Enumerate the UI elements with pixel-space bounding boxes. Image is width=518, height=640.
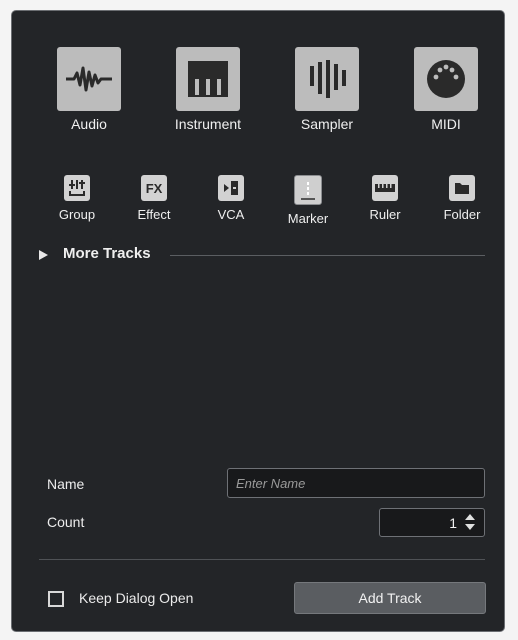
more-tracks-toggle[interactable]: More Tracks — [39, 245, 485, 265]
add-track-button[interactable]: Add Track — [294, 582, 486, 614]
track-type-effect[interactable]: FX Effect — [119, 175, 189, 222]
ruler-label: Ruler — [369, 207, 401, 222]
name-label: Name — [47, 476, 85, 492]
count-value[interactable]: 1 — [449, 515, 457, 531]
group-label: Group — [58, 207, 96, 222]
track-type-group[interactable]: Group — [42, 175, 112, 222]
folder-tile[interactable] — [449, 175, 475, 201]
fx-icon: FX — [145, 180, 163, 196]
keep-dialog-open-label[interactable]: Keep Dialog Open — [79, 590, 193, 606]
group-tile[interactable] — [64, 175, 90, 201]
audio-label: Audio — [71, 116, 107, 132]
track-type-row: Audio Instrument Sampler MIDI — [12, 47, 504, 147]
group-icon — [69, 180, 85, 196]
midi-label: MIDI — [431, 116, 461, 132]
keep-dialog-open-checkbox[interactable] — [48, 591, 64, 607]
midi-connector-icon — [427, 60, 465, 98]
footer-divider — [39, 559, 485, 560]
marker-label: Marker — [287, 211, 329, 226]
marker-tile[interactable] — [294, 175, 322, 205]
marker-icon — [301, 182, 315, 200]
effect-tile[interactable]: FX — [141, 175, 167, 201]
small-track-type-row: Group FX Effect VCA Marker Ruler Folder — [12, 175, 504, 235]
sampler-label: Sampler — [300, 116, 354, 132]
track-type-midi[interactable]: MIDI — [391, 47, 501, 132]
audio-waveform-icon — [66, 66, 112, 92]
sampler-bars-icon — [310, 60, 346, 98]
add-track-dialog: Audio Instrument Sampler MIDI Group FX E… — [11, 10, 505, 632]
track-type-folder[interactable]: Folder — [427, 175, 497, 222]
effect-label: Effect — [137, 207, 171, 222]
instrument-label: Instrument — [174, 116, 242, 132]
step-up-icon[interactable] — [465, 514, 475, 520]
vca-label: VCA — [217, 207, 245, 222]
track-type-ruler[interactable]: Ruler — [350, 175, 420, 222]
ruler-tile[interactable] — [372, 175, 398, 201]
count-stepper[interactable]: 1 — [379, 508, 485, 537]
track-type-sampler[interactable]: Sampler — [272, 47, 382, 132]
track-type-vca[interactable]: VCA — [196, 175, 266, 222]
track-type-audio[interactable]: Audio — [34, 47, 144, 132]
more-tracks-label[interactable]: More Tracks — [63, 245, 151, 262]
vca-icon — [224, 181, 238, 195]
folder-label: Folder — [443, 207, 481, 222]
sampler-tile[interactable] — [295, 47, 359, 111]
stepper-arrows-icon[interactable] — [465, 514, 475, 532]
expand-triangle-icon[interactable] — [39, 250, 48, 260]
name-input[interactable] — [227, 468, 485, 498]
count-label: Count — [47, 514, 85, 530]
track-type-marker[interactable]: Marker — [273, 175, 343, 226]
ruler-icon — [375, 184, 395, 192]
track-type-instrument[interactable]: Instrument — [153, 47, 263, 132]
more-tracks-divider — [170, 255, 485, 256]
folder-icon — [455, 183, 469, 194]
instrument-tile[interactable] — [176, 47, 240, 111]
vca-tile[interactable] — [218, 175, 244, 201]
piano-keys-icon — [188, 61, 228, 97]
step-down-icon[interactable] — [465, 524, 475, 530]
audio-tile[interactable] — [57, 47, 121, 111]
midi-tile[interactable] — [414, 47, 478, 111]
